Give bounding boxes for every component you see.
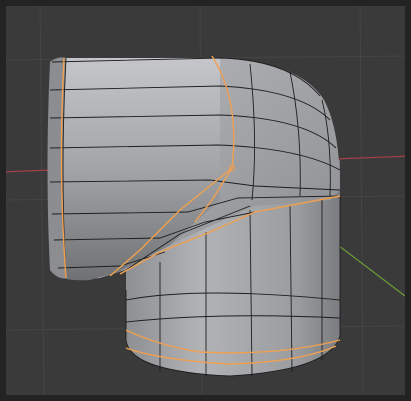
3d-viewport[interactable] [0, 0, 411, 401]
viewport-canvas[interactable] [0, 0, 411, 401]
